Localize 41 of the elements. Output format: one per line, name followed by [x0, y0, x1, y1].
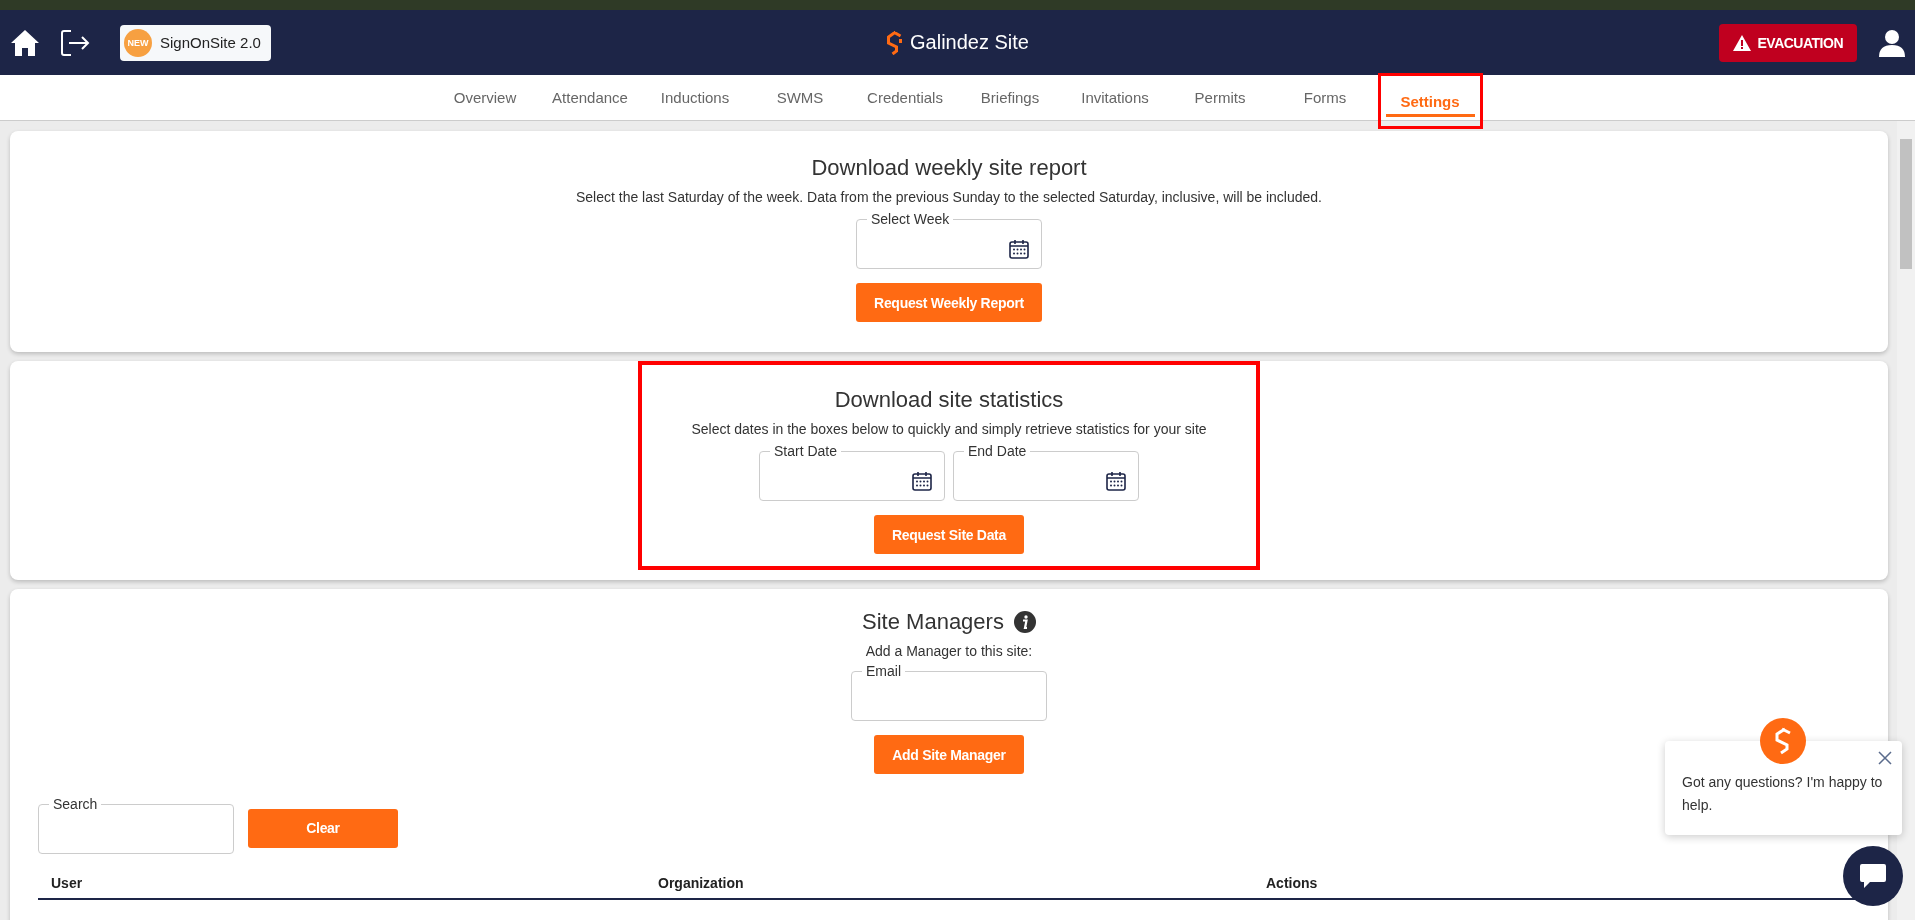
close-icon[interactable] — [1878, 751, 1892, 765]
calendar-icon — [912, 471, 932, 491]
card-description: Add a Manager to this site: — [865, 643, 1033, 659]
card-description: Select dates in the boxes below to quickly and simply retrieve statistics for your site — [691, 421, 1207, 437]
warning-icon — [1732, 34, 1751, 51]
date-field[interactable]: Select Week — [856, 211, 1042, 269]
nav-tab[interactable]: Inductions — [642, 75, 748, 120]
nav-tab[interactable]: Attendance — [537, 75, 643, 120]
new-badge: NEW — [124, 28, 152, 57]
card-title: Download site statistics — [834, 387, 1064, 413]
search-field[interactable]: Search — [38, 796, 234, 854]
date-field[interactable]: Start Date — [759, 443, 945, 501]
nav-tab[interactable]: Briefings — [957, 75, 1063, 120]
nav-tab[interactable]: Permits — [1167, 75, 1273, 120]
chat-bubble-icon — [1858, 862, 1888, 890]
card-title: Site Managers — [862, 609, 1004, 635]
scrollbar[interactable] — [1897, 121, 1915, 920]
nav-tab[interactable]: SWMS — [747, 75, 853, 120]
app-version-button[interactable]: NEW SignOnSite 2.0 — [120, 24, 271, 61]
column-header: Organization — [657, 875, 745, 891]
chat-message: Got any questions? I'm happy to help. — [1682, 773, 1884, 815]
app-version-label: SignOnSite 2.0 — [160, 34, 261, 51]
info-icon[interactable] — [1013, 611, 1036, 633]
logout-icon[interactable] — [60, 28, 90, 57]
email-field[interactable]: Email — [851, 663, 1047, 721]
column-header: Actions — [1265, 875, 1319, 891]
date-field[interactable]: End Date — [953, 443, 1139, 501]
site-title: Galindez Site — [910, 31, 1029, 54]
column-header: User — [50, 875, 84, 891]
user-icon[interactable] — [1879, 28, 1905, 57]
nav-tab[interactable]: Overview — [432, 75, 538, 120]
home-icon[interactable] — [10, 28, 40, 57]
card-description: Select the last Saturday of the week. Data from the previous Sunday to the selected Saturday, inclusive, will be included. — [575, 189, 1322, 205]
nav-tab[interactable]: Credentials — [852, 75, 958, 120]
card-title: Download weekly site report — [811, 155, 1087, 181]
nav-tab[interactable]: Invitations — [1062, 75, 1168, 120]
calendar-icon — [1009, 239, 1029, 259]
evacuation-button[interactable]: EVACUATION — [1718, 23, 1857, 62]
calendar-icon — [1106, 471, 1126, 491]
nav-tab[interactable]: Forms — [1272, 75, 1378, 120]
logo-icon — [886, 30, 902, 55]
